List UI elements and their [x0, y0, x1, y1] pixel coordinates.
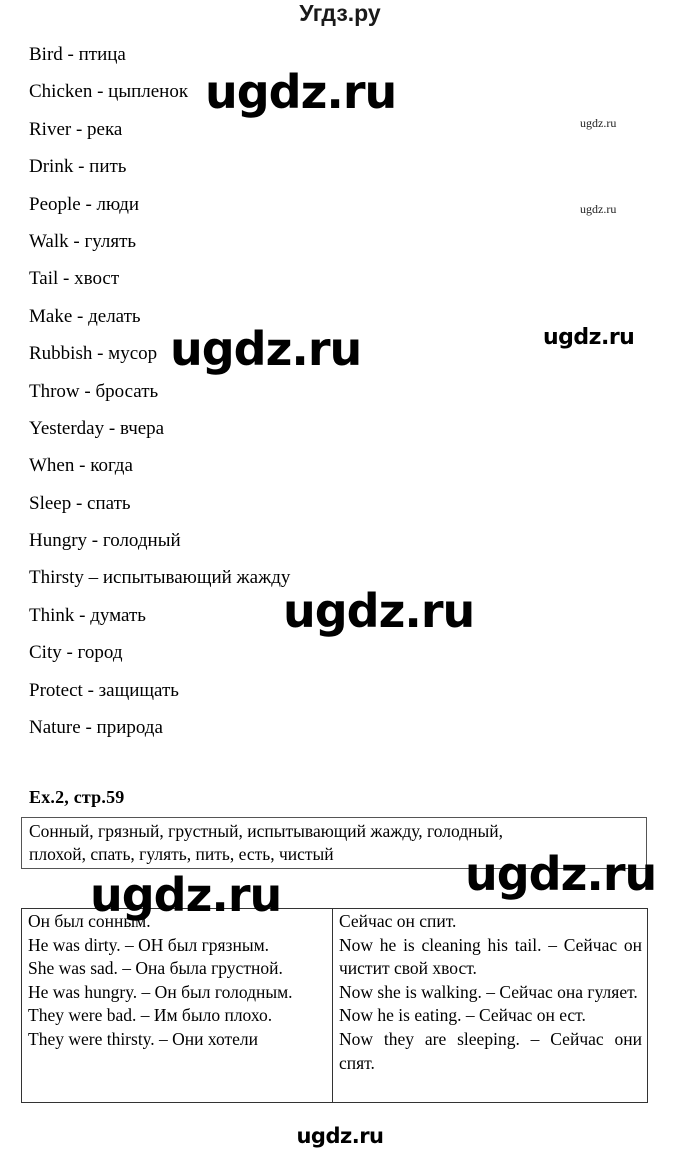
answer-line: They were bad. – Им было плохо. [28, 1005, 273, 1026]
watermark-logo: ugdz.ru [205, 65, 397, 119]
answer-line: Now he is eating. – Сейчас он ест. [339, 1005, 586, 1026]
list-item: Hungry - голодный [29, 530, 181, 552]
answer-line: She was sad. – Она была грустной. [28, 958, 283, 979]
answer-line: He was hungry. – Он был голодным. [28, 981, 293, 1002]
list-item: Tail - хвост [29, 268, 120, 290]
list-item: People - люди [29, 193, 140, 215]
answers-column-left: Он был сонным. He was dirty. – ОН был гр… [22, 909, 333, 1102]
page-title: Угдз.ру [299, 0, 381, 26]
list-item: Walk - гулять [29, 230, 137, 252]
answers-table: Он был сонным. He was dirty. – ОН был гр… [21, 908, 648, 1103]
watermark-logo: ugdz.ru [543, 325, 635, 350]
watermark-logo: ugdz.ru [170, 322, 362, 376]
list-item: Throw - бросать [29, 380, 159, 402]
watermark-logo: ugdz.ru [283, 584, 475, 638]
list-item: Protect - защищать [29, 679, 179, 701]
answer-line: Now they are sleeping. – Сейчас они спят… [339, 1028, 642, 1073]
list-item: Nature - природа [29, 717, 163, 739]
list-item: When - когда [29, 455, 133, 477]
answer-line: They were thirsty. – Они хотели [28, 1028, 259, 1049]
watermark-logo: ugdz.ru [465, 847, 657, 901]
list-item: Drink - пить [29, 156, 127, 178]
exercise-heading: Ex.2, стр.59 [29, 787, 125, 807]
answer-line: Now he is cleaning his tail. – Сейчас он… [339, 934, 642, 979]
list-item: City - город [29, 642, 123, 664]
vocabulary-list: Bird - птица Chicken - цыпленок River - … [29, 36, 589, 746]
answer-line: Now she is walking. – Сейчас она гуляет. [339, 981, 638, 1002]
answers-column-right: Сейчас он спит. Now he is cleaning his t… [333, 909, 647, 1102]
watermark-logo-small: ugdz.ru [580, 202, 617, 216]
watermark-footer: ugdz.ru [296, 1124, 384, 1148]
word-bank-line: Сонный, грязный, грустный, испытывающий … [29, 821, 503, 841]
list-item: Sleep - спать [29, 492, 131, 514]
answer-line: He was dirty. – ОН был грязным. [28, 934, 270, 955]
watermark-logo-small: ugdz.ru [580, 116, 617, 130]
answer-line: Сейчас он спит. [339, 911, 457, 931]
watermark-logo: ugdz.ru [90, 868, 282, 922]
list-item: Yesterday - вчера [29, 417, 165, 439]
